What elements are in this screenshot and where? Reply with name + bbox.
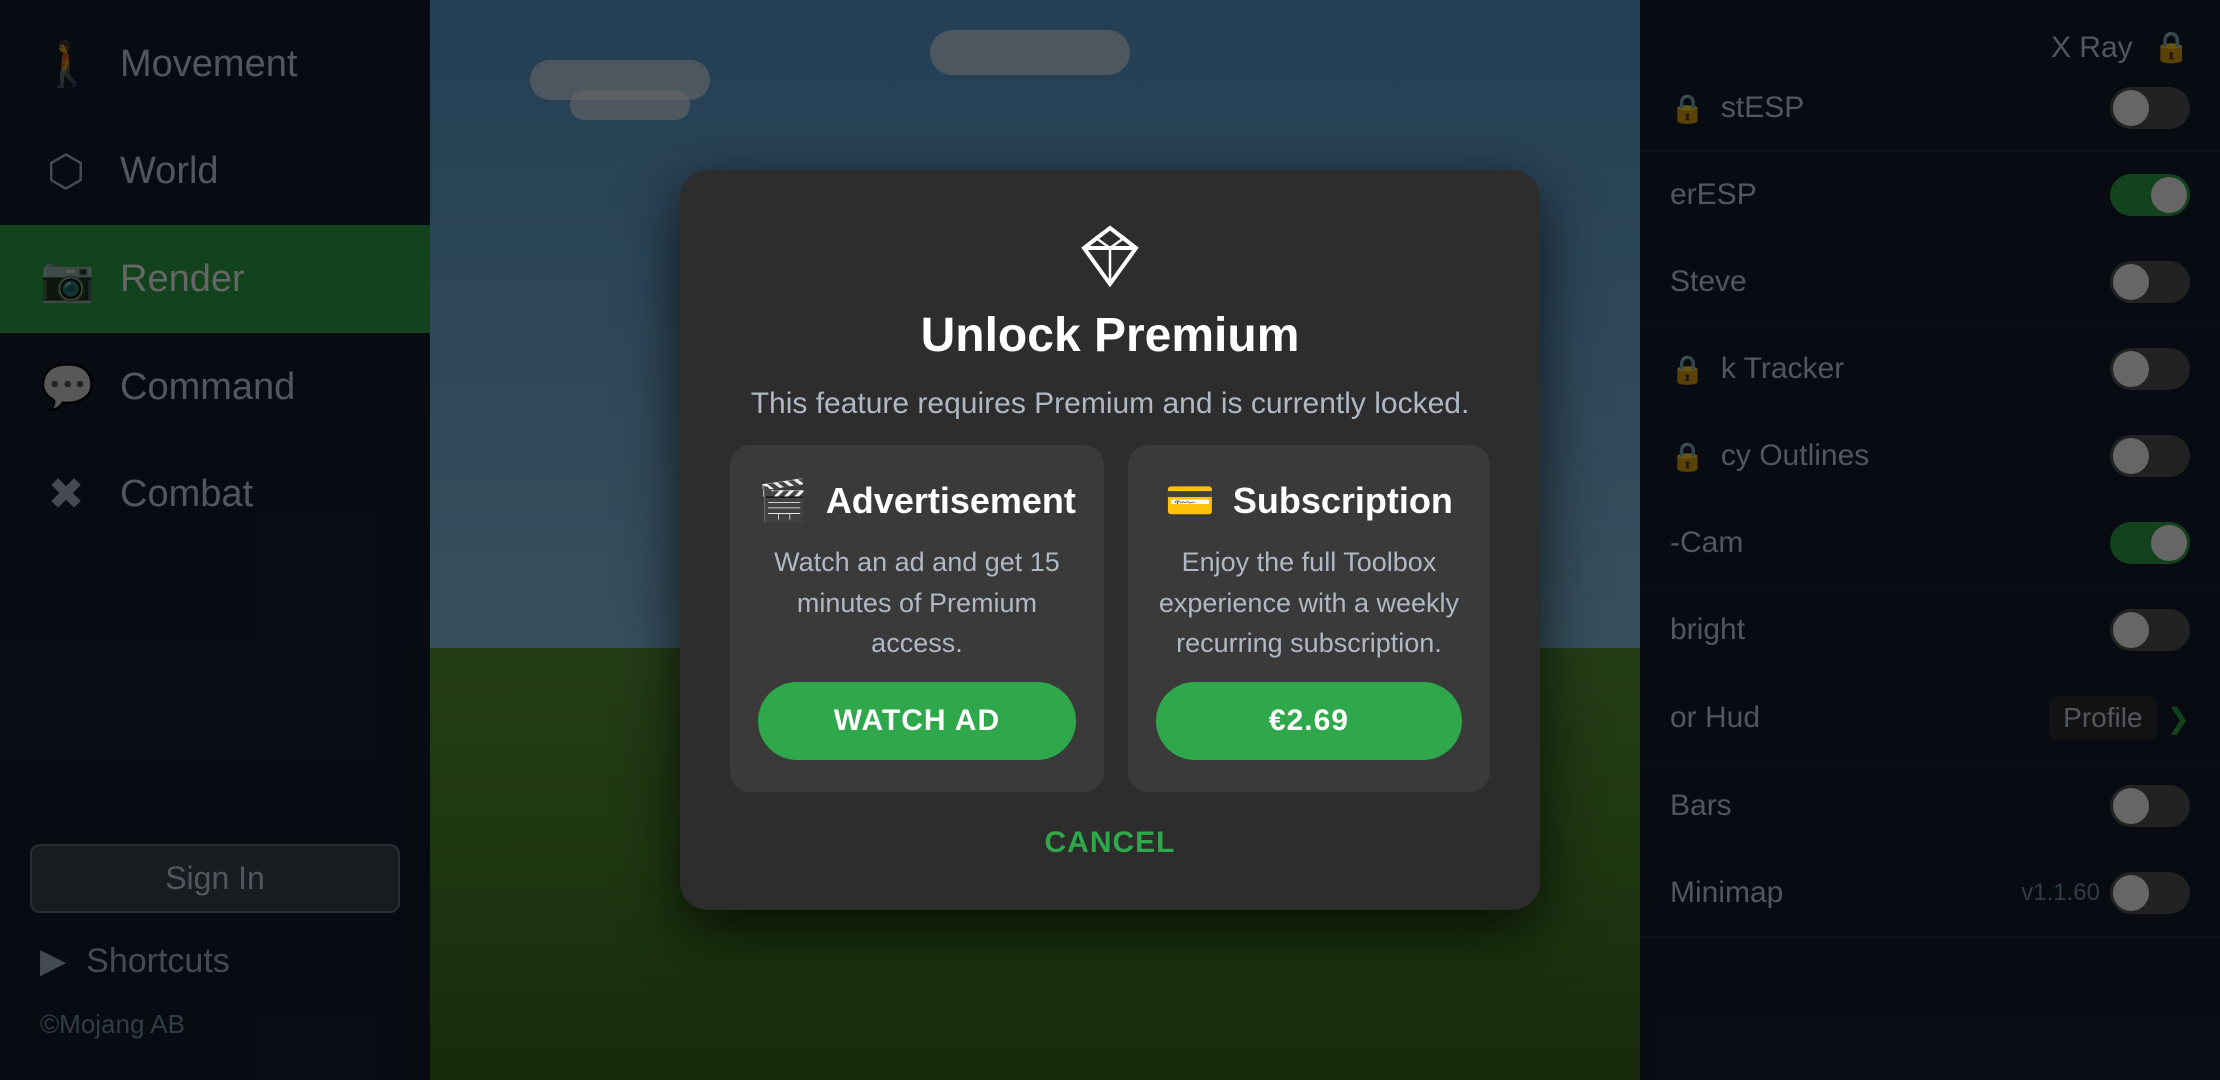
ad-card-title: Advertisement [826, 480, 1076, 522]
modal-header: Unlock Premium [921, 220, 1300, 363]
subscribe-button[interactable]: €2.69 [1156, 682, 1462, 760]
ad-card-description: Watch an ad and get 15 minutes of Premiu… [758, 542, 1076, 664]
advertisement-card: 🎬 Advertisement Watch an ad and get 15 m… [730, 445, 1104, 792]
sub-card-header: 💳 Subscription [1165, 477, 1453, 524]
diamond-icon [1074, 220, 1146, 292]
subscription-card: 💳 Subscription Enjoy the full Toolbox ex… [1128, 445, 1490, 792]
subscription-icon: 💳 [1165, 477, 1215, 524]
cancel-button[interactable]: CANCEL [1005, 816, 1216, 870]
unlock-premium-modal: Unlock Premium This feature requires Pre… [680, 170, 1540, 910]
modal-subtitle: This feature requires Premium and is cur… [751, 387, 1470, 421]
modal-cards: 🎬 Advertisement Watch an ad and get 15 m… [730, 445, 1490, 792]
ad-icon: 🎬 [758, 477, 808, 524]
ad-card-header: 🎬 Advertisement [758, 477, 1076, 524]
modal-title: Unlock Premium [921, 308, 1300, 363]
sub-card-description: Enjoy the full Toolbox experience with a… [1156, 542, 1462, 664]
sub-card-title: Subscription [1233, 480, 1453, 522]
modal-overlay[interactable]: Unlock Premium This feature requires Pre… [0, 0, 2220, 1080]
watch-ad-button[interactable]: WATCH AD [758, 682, 1076, 760]
